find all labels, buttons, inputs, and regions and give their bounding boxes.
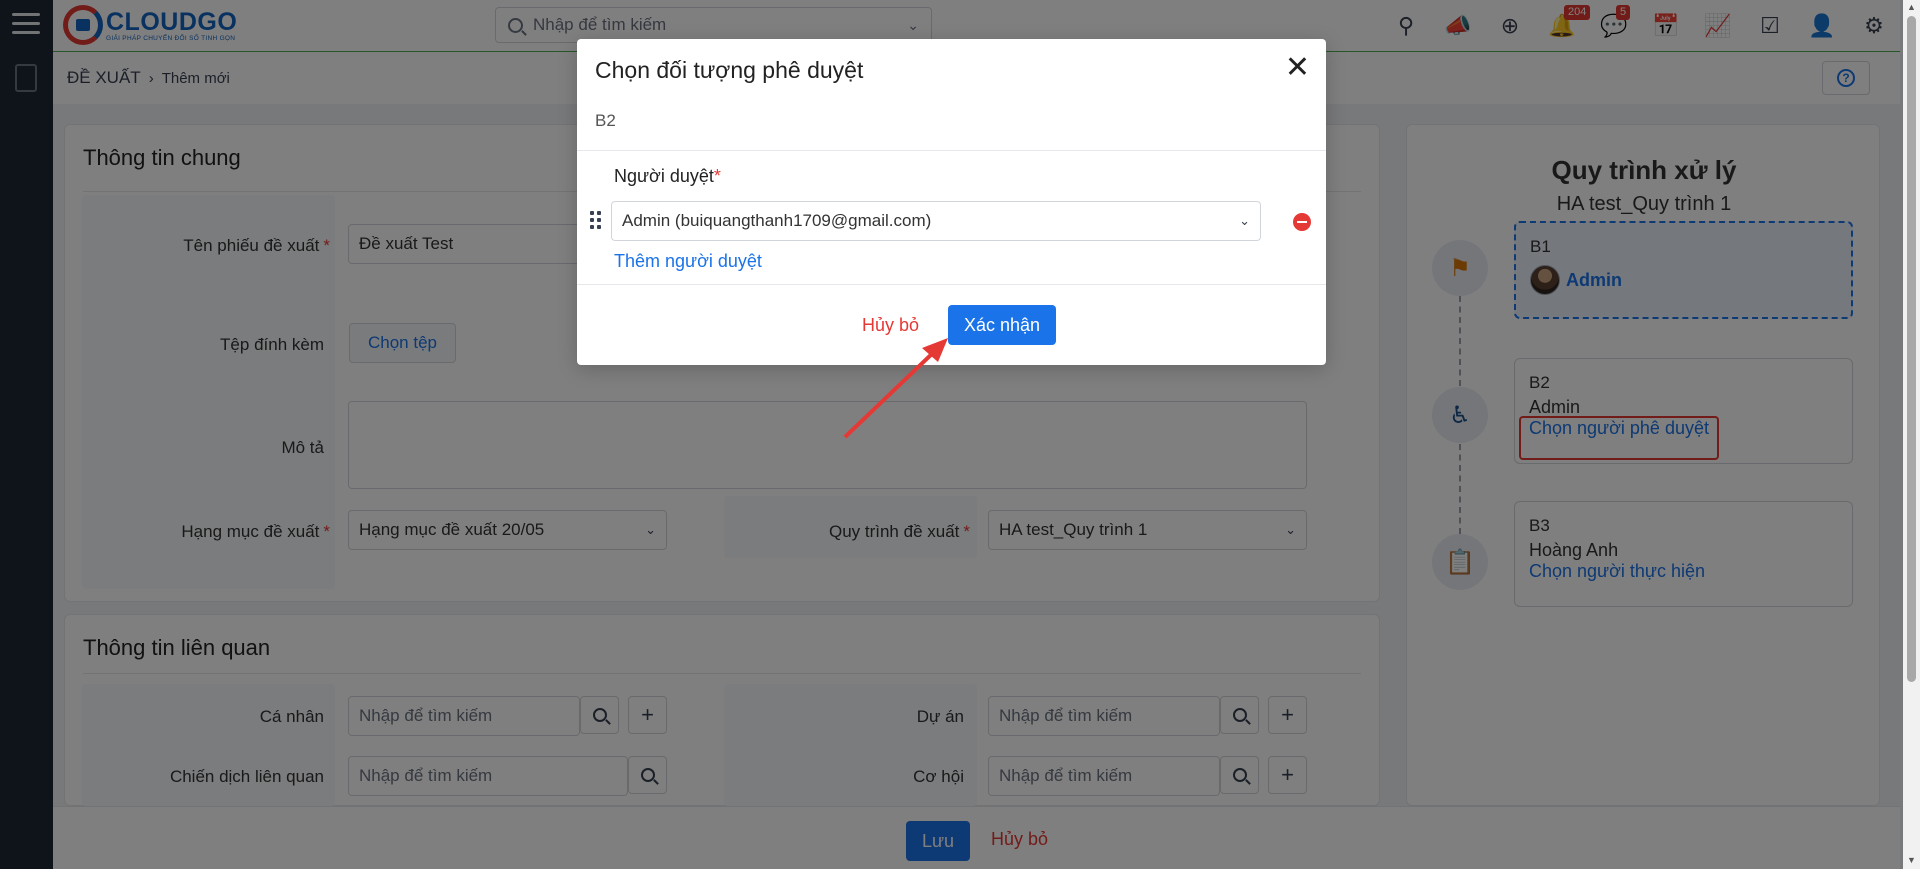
annotation-arrow — [843, 338, 948, 439]
arrow-shaft — [843, 348, 938, 439]
